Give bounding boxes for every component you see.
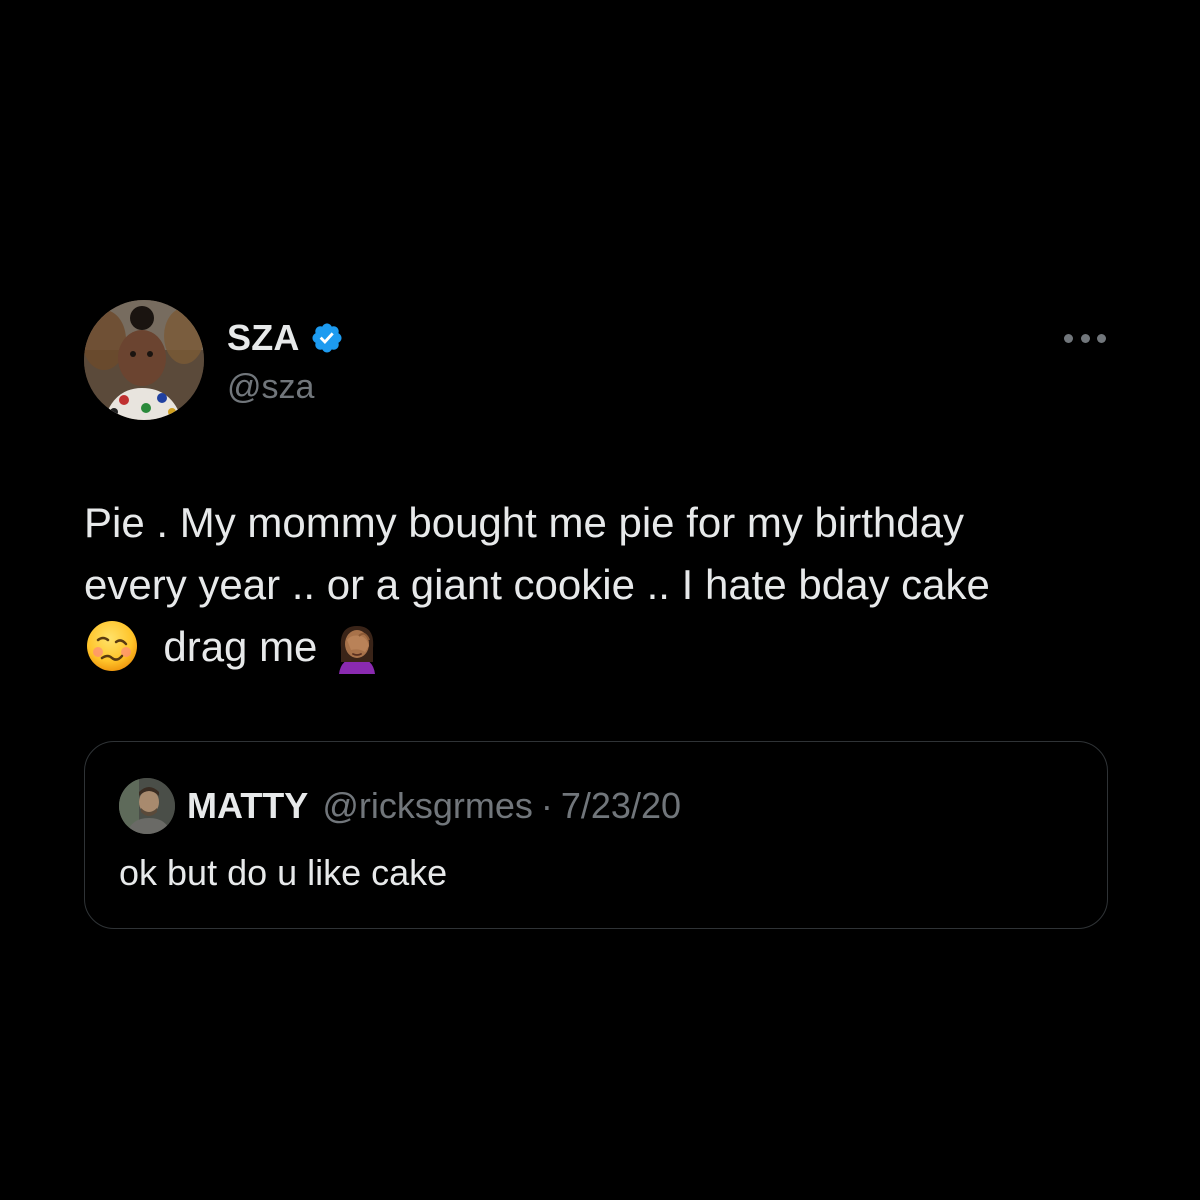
avatar-image	[84, 300, 204, 420]
more-dot	[1064, 333, 1073, 343]
author-name[interactable]: SZA	[227, 317, 300, 359]
separator-dot: ·	[540, 785, 553, 826]
quoted-tweet-header: MATTY @ricksgrmes · 7/23/20	[119, 778, 681, 834]
more-horizontal-icon[interactable]	[1064, 328, 1106, 348]
quoted-avatar-image	[119, 778, 175, 834]
quoted-tweet-date[interactable]: 7/23/20	[561, 785, 681, 827]
tweet-text-fragment: drag me	[163, 623, 318, 670]
quoted-author-name[interactable]: MATTY	[187, 785, 308, 827]
more-dot	[1097, 333, 1106, 343]
tweet-text-line-last: drag me	[84, 616, 1094, 678]
author-handle[interactable]: @sza	[227, 368, 314, 407]
author-name-row[interactable]: SZA	[227, 316, 344, 360]
woman-facepalming-emoji	[329, 618, 385, 674]
quoted-tweet[interactable]: MATTY @ricksgrmes · 7/23/20 ok but do u …	[84, 741, 1108, 929]
tweet-text-line: Pie . My mommy bought me pie for my birt…	[84, 499, 964, 546]
woozy-face-emoji	[84, 618, 140, 674]
quoted-tweet-text: ok but do u like cake	[119, 852, 448, 893]
verified-badge-icon	[310, 321, 344, 355]
quoted-author-handle[interactable]: @ricksgrmes	[322, 785, 533, 827]
more-dot	[1080, 333, 1090, 343]
author-avatar[interactable]	[84, 300, 204, 420]
quoted-author-avatar[interactable]	[119, 778, 175, 834]
tweet-text-line: every year .. or a giant cookie .. I hat…	[84, 561, 990, 608]
tweet-text: Pie . My mommy bought me pie for my birt…	[84, 492, 1094, 678]
